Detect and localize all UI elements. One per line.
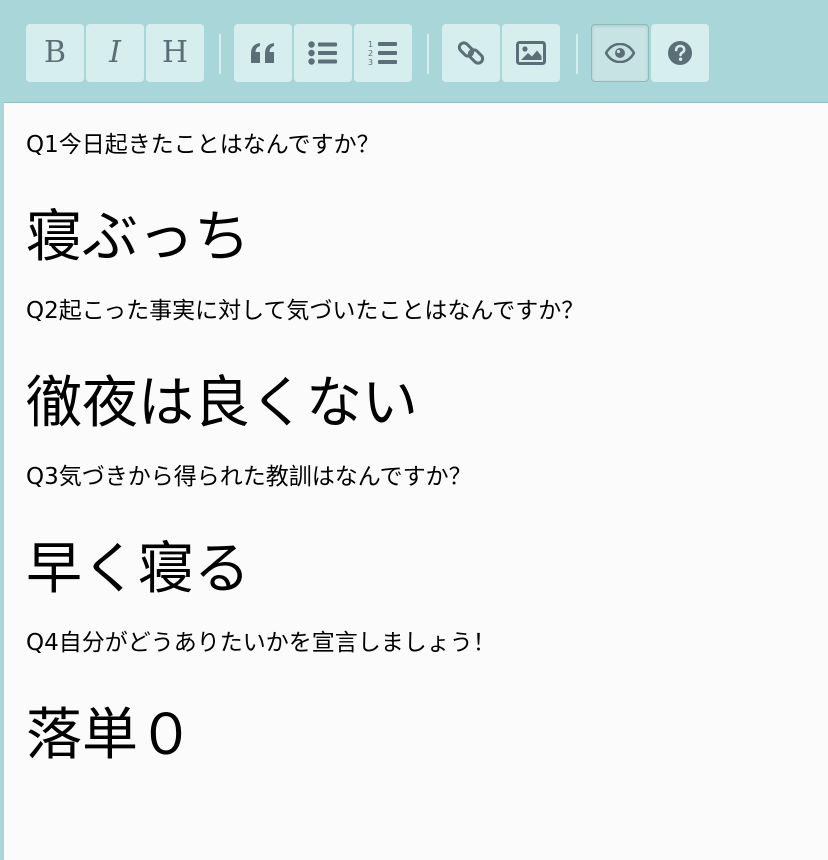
editor-toolbar: B I H 1 2 3 [0,0,828,102]
ordered-list-icon: 1 2 3 [368,39,398,67]
unordered-list-button[interactable] [294,24,352,82]
toolbar-separator [427,34,429,74]
answer-3: 早く寝る [26,537,250,602]
bold-button[interactable]: B [26,24,84,82]
question-4: Q4自分がどうありたいかを宣言しましょう！ [26,630,496,656]
image-icon [516,41,546,65]
link-button[interactable] [442,24,500,82]
heading-label: H [161,35,189,70]
question-3: Q3気づきから得られた教訓はなんですか？ [26,464,472,490]
toolbar-separator [576,34,578,74]
answer-4: 落単０ [26,703,194,768]
svg-text:3: 3 [368,58,373,67]
help-button[interactable] [651,24,709,82]
question-1: Q1今日起きたことはなんですか？ [26,132,380,158]
italic-label: I [109,35,121,70]
unordered-list-icon [308,41,338,65]
editor-preview-area[interactable]: Q1今日起きたことはなんですか？ 寝ぶっち Q2起こった事実に対して気づいたこと… [4,102,828,860]
svg-text:2: 2 [368,49,373,58]
image-button[interactable] [502,24,560,82]
heading-button[interactable]: H [146,24,204,82]
ordered-list-button[interactable]: 1 2 3 [354,24,412,82]
link-icon [457,39,485,67]
quote-button[interactable] [234,24,292,82]
answer-2: 徹夜は良くない [26,371,418,436]
question-2: Q2起こった事実に対して気づいたことはなんですか？ [26,298,585,324]
svg-text:1: 1 [368,40,373,49]
italic-button[interactable]: I [86,24,144,82]
answer-1: 寝ぶっち [26,205,250,270]
preview-button[interactable] [591,24,649,82]
help-icon [667,40,693,66]
preview-eye-icon [605,43,635,63]
toolbar-separator [219,34,221,74]
bold-label: B [43,35,67,70]
quote-icon [249,42,277,64]
